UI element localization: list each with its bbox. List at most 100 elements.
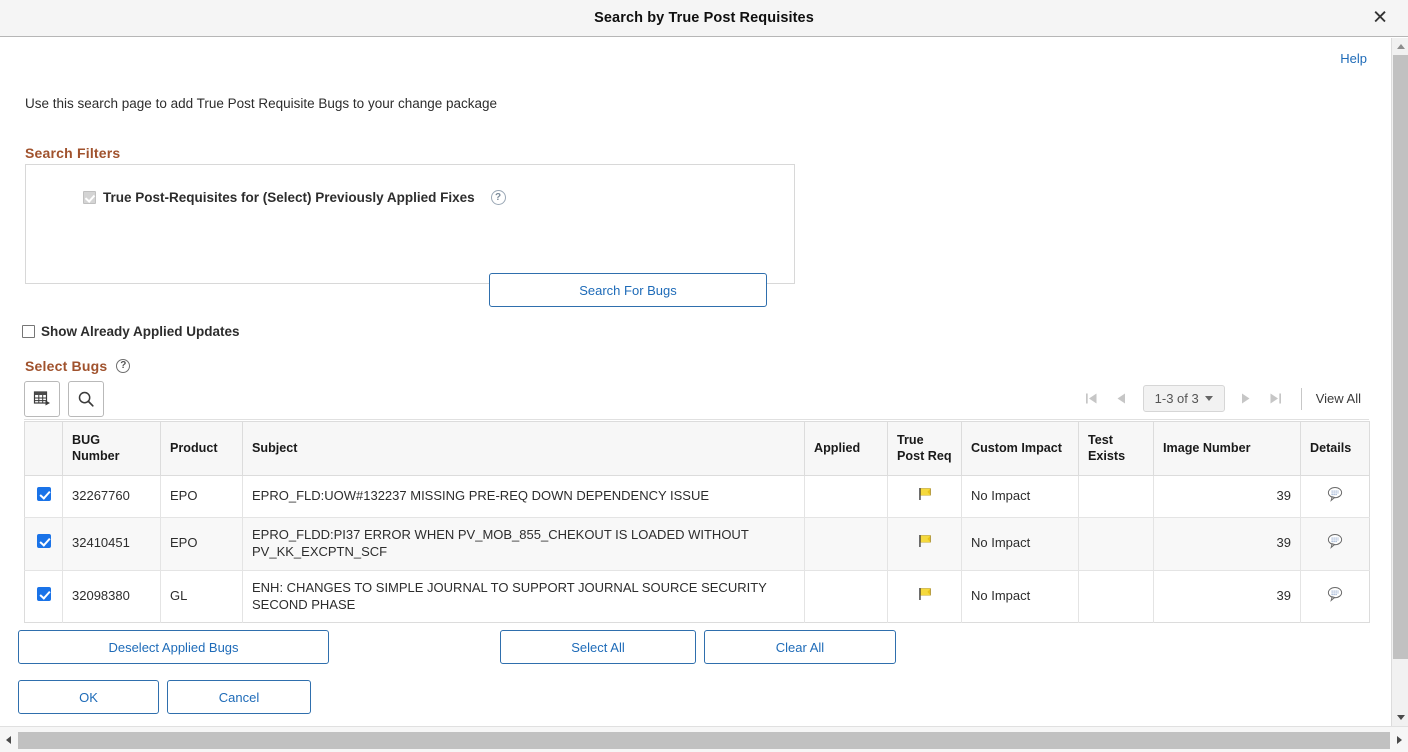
true-post-requisites-filter-row: True Post-Requisites for (Select) Previo…: [83, 190, 506, 205]
col-true-post-req-line2: Post Req: [897, 449, 952, 463]
scroll-left-icon[interactable]: [0, 730, 17, 750]
col-subject[interactable]: Subject: [243, 422, 805, 476]
show-already-applied-updates-row[interactable]: Show Already Applied Updates: [22, 324, 240, 339]
previous-page-icon: [1107, 384, 1137, 414]
scroll-up-icon[interactable]: [1392, 38, 1408, 55]
vertical-scrollbar[interactable]: [1391, 38, 1408, 726]
help-link[interactable]: Help: [1340, 51, 1367, 66]
yellow-flag-icon: [917, 490, 933, 505]
cell-subject: EPRO_FLDD:PI37 ERROR WHEN PV_MOB_855_CHE…: [243, 517, 805, 570]
row-select-checkbox[interactable]: [37, 487, 51, 501]
modal-window: Search by True Post Requisites ✕ Help Us…: [0, 0, 1408, 752]
cell-true-post-req: [888, 476, 962, 518]
search-filters-box: True Post-Requisites for (Select) Previo…: [25, 164, 795, 284]
cell-subject: ENH: CHANGES TO SIMPLE JOURNAL TO SUPPOR…: [243, 570, 805, 623]
bugs-table-body: 32267760EPOEPRO_FLD:UOW#132237 MISSING P…: [25, 476, 1370, 623]
close-icon[interactable]: ✕: [1366, 7, 1394, 30]
cell-true-post-req: [888, 570, 962, 623]
comment-bubble-icon[interactable]: [1326, 491, 1344, 506]
table-row: 32267760EPOEPRO_FLD:UOW#132237 MISSING P…: [25, 476, 1370, 518]
cell-details: [1301, 517, 1370, 570]
next-page-icon: [1231, 384, 1261, 414]
scroll-down-icon[interactable]: [1392, 709, 1408, 726]
table-header-row: BUG Number Product Subject Applied True …: [25, 422, 1370, 476]
cell-applied: [805, 476, 888, 518]
intro-text: Use this search page to add True Post Re…: [25, 96, 497, 111]
cell-details: [1301, 570, 1370, 623]
col-image-number[interactable]: Image Number: [1154, 422, 1301, 476]
cell-image-number: 39: [1154, 476, 1301, 518]
search-for-bugs-button[interactable]: Search For Bugs: [489, 273, 767, 307]
search-filters-heading: Search Filters: [25, 145, 120, 161]
yellow-flag-icon: [917, 537, 933, 552]
cell-product: EPO: [161, 517, 243, 570]
cell-custom-impact: No Impact: [962, 517, 1079, 570]
yellow-flag-icon: [917, 590, 933, 605]
row-select-checkbox[interactable]: [37, 587, 51, 601]
col-test-exists-line2: Exists: [1088, 449, 1125, 463]
col-bug-number-line2: Number: [72, 449, 120, 463]
page-content: Help Use this search page to add True Po…: [0, 38, 1390, 726]
show-already-applied-updates-label: Show Already Applied Updates: [41, 324, 240, 339]
pager-divider: [1301, 388, 1302, 410]
horizontal-scrollbar[interactable]: [0, 726, 1408, 752]
cell-bug-number: 32098380: [63, 570, 161, 623]
row-select-cell: [25, 570, 63, 623]
col-test-exists-line1: Test: [1088, 433, 1113, 447]
cell-details: [1301, 476, 1370, 518]
page-range-label: 1-3 of 3: [1155, 391, 1199, 406]
ok-button[interactable]: OK: [18, 680, 159, 714]
cell-applied: [805, 570, 888, 623]
col-true-post-req[interactable]: True Post Req: [888, 422, 962, 476]
cell-test-exists: [1079, 476, 1154, 518]
col-applied[interactable]: Applied: [805, 422, 888, 476]
cancel-button[interactable]: Cancel: [167, 680, 311, 714]
filter-help-icon[interactable]: ?: [491, 190, 506, 205]
comment-bubble-icon[interactable]: [1326, 591, 1344, 606]
view-all-link[interactable]: View All: [1316, 391, 1367, 406]
row-select-cell: [25, 517, 63, 570]
horizontal-scrollbar-thumb[interactable]: [18, 732, 1390, 749]
cell-product: EPO: [161, 476, 243, 518]
row-select-cell: [25, 476, 63, 518]
comment-bubble-icon[interactable]: [1326, 538, 1344, 553]
vertical-scrollbar-thumb[interactable]: [1393, 55, 1408, 659]
col-test-exists[interactable]: Test Exists: [1079, 422, 1154, 476]
row-select-checkbox[interactable]: [37, 534, 51, 548]
select-bugs-grid: BUG Number Product Subject Applied True …: [24, 421, 1369, 623]
search-icon[interactable]: [68, 381, 104, 417]
cell-test-exists: [1079, 570, 1154, 623]
grid-export-icon[interactable]: [24, 381, 60, 417]
cell-bug-number: 32410451: [63, 517, 161, 570]
clear-all-button[interactable]: Clear All: [704, 630, 896, 664]
cell-custom-impact: No Impact: [962, 570, 1079, 623]
col-custom-impact[interactable]: Custom Impact: [962, 422, 1079, 476]
cell-applied: [805, 517, 888, 570]
select-all-button[interactable]: Select All: [500, 630, 696, 664]
cell-product: GL: [161, 570, 243, 623]
cell-custom-impact: No Impact: [962, 476, 1079, 518]
true-post-requisites-label: True Post-Requisites for (Select) Previo…: [103, 190, 475, 205]
col-product[interactable]: Product: [161, 422, 243, 476]
col-details[interactable]: Details: [1301, 422, 1370, 476]
scroll-right-icon[interactable]: [1391, 730, 1408, 750]
window-title: Search by True Post Requisites: [594, 10, 814, 26]
deselect-applied-bugs-button[interactable]: Deselect Applied Bugs: [18, 630, 329, 664]
col-bug-number[interactable]: BUG Number: [63, 422, 161, 476]
cell-test-exists: [1079, 517, 1154, 570]
cell-image-number: 39: [1154, 570, 1301, 623]
cell-subject: EPRO_FLD:UOW#132237 MISSING PRE-REQ DOWN…: [243, 476, 805, 518]
table-row: 32098380GLENH: CHANGES TO SIMPLE JOURNAL…: [25, 570, 1370, 623]
last-page-icon: [1261, 384, 1291, 414]
col-select: [25, 422, 63, 476]
pagination-controls: 1-3 of 3 View All: [1077, 384, 1369, 414]
cell-true-post-req: [888, 517, 962, 570]
table-row: 32410451EPOEPRO_FLDD:PI37 ERROR WHEN PV_…: [25, 517, 1370, 570]
cell-image-number: 39: [1154, 517, 1301, 570]
grid-toolbar: 1-3 of 3 View All: [24, 378, 1369, 420]
window-titlebar: Search by True Post Requisites ✕: [0, 0, 1408, 37]
select-bugs-help-icon[interactable]: ?: [116, 359, 130, 373]
select-bugs-heading-row: Select Bugs ?: [25, 358, 130, 374]
show-already-applied-updates-checkbox[interactable]: [22, 325, 35, 338]
page-range-select[interactable]: 1-3 of 3: [1143, 385, 1225, 412]
